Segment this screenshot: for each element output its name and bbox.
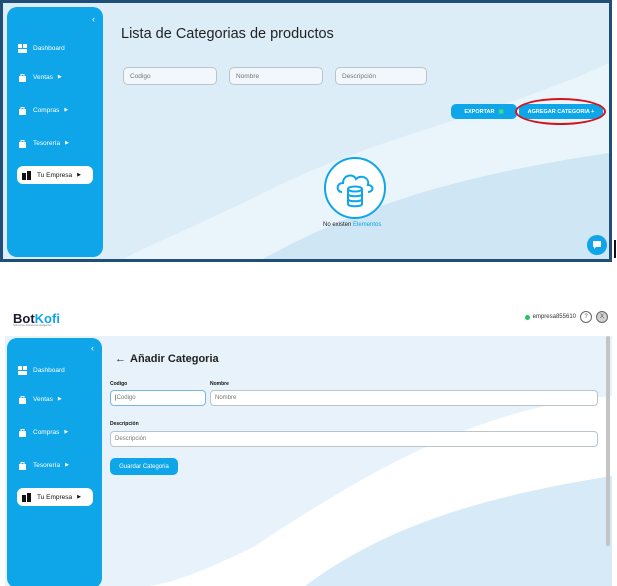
user-area: empresa855610 ? X: [524, 311, 608, 323]
sidebar-item-tu-empresa[interactable]: Tu Empresa ▶: [17, 166, 93, 184]
nombre-input[interactable]: Nombre: [210, 390, 598, 406]
chat-bubble-icon: [593, 241, 601, 249]
sidebar-item-compras[interactable]: Compras ▶: [17, 424, 95, 440]
sidebar-item-label: Tesorería: [33, 139, 61, 147]
online-status-icon: [524, 314, 530, 320]
building-icon: [21, 492, 31, 502]
help-icon[interactable]: ?: [580, 311, 592, 323]
nombre-filter-input[interactable]: [229, 67, 323, 85]
shopping-bag-icon: [17, 138, 27, 148]
sidebar: ‹ Dashboard Ventas ▶ Compras ▶ Tesorería…: [7, 7, 103, 257]
sidebar-item-label: Dashboard: [33, 44, 65, 52]
building-icon: [21, 170, 31, 180]
shopping-bag-icon: [17, 394, 27, 404]
chevron-right-icon: ▶: [64, 107, 69, 113]
descripcion-filter-input[interactable]: [335, 67, 427, 85]
chevron-right-icon: ▶: [65, 462, 69, 468]
codigo-placeholder: Codigo: [116, 395, 136, 401]
collapse-sidebar-button[interactable]: ‹: [92, 14, 95, 24]
shopping-bag-icon: [17, 427, 27, 437]
nombre-placeholder: Nombre: [215, 395, 237, 401]
sidebar-item-dashboard[interactable]: Dashboard: [17, 40, 95, 56]
chevron-right-icon: ▶: [77, 172, 82, 178]
scrollbar[interactable]: [606, 336, 610, 546]
descripcion-input[interactable]: Descripción: [110, 431, 598, 447]
chevron-right-icon: ▶: [65, 140, 69, 146]
descripcion-label: Descripción: [110, 421, 139, 427]
sidebar-item-label: Ventas: [33, 395, 53, 403]
chevron-right-icon: ▶: [57, 74, 62, 80]
chat-button[interactable]: [587, 235, 607, 255]
empty-state-text: No existen Elementos: [323, 222, 381, 228]
sidebar-item-ventas[interactable]: Ventas ▶: [17, 391, 95, 407]
chevron-right-icon: ▶: [77, 494, 82, 500]
sidebar-item-tu-empresa[interactable]: Tu Empresa ▶: [17, 488, 93, 506]
save-category-button[interactable]: Guardar Categoria: [110, 458, 178, 475]
shopping-bag-icon: [17, 72, 27, 82]
sidebar-item-ventas[interactable]: Ventas ▶: [17, 69, 95, 85]
descripcion-placeholder: Descripción: [115, 436, 147, 442]
highlight-ring: [515, 98, 606, 125]
nombre-label: Nombre: [210, 381, 229, 387]
sidebar-item-tesoreria[interactable]: Tesorería ▶: [17, 457, 95, 473]
spreadsheet-icon: ▣: [498, 108, 504, 115]
collapse-sidebar-button[interactable]: ‹: [91, 343, 94, 353]
export-label: EXPORTAR: [464, 108, 495, 115]
back-arrow-icon[interactable]: ←: [115, 353, 126, 365]
codigo-input[interactable]: | Codigo: [110, 390, 206, 406]
sidebar: ‹ Dashboard Ventas ▶ Compras ▶ Tesorería…: [7, 338, 102, 586]
codigo-filter-input[interactable]: [123, 67, 217, 85]
dashboard-icon: [17, 365, 27, 375]
dashboard-icon: [17, 43, 27, 53]
page-title: ← Añadir Categoria: [115, 353, 219, 365]
add-category-screen: BotKofi Soluciones financieras inteligen…: [5, 306, 612, 586]
text-cursor: [614, 240, 616, 258]
sidebar-item-label: Tu Empresa: [37, 493, 73, 501]
sidebar-item-label: Compras: [33, 428, 60, 436]
sidebar-item-label: Tesorería: [33, 461, 61, 469]
shopping-bag-icon: [17, 460, 27, 470]
sidebar-item-tesoreria[interactable]: Tesorería ▶: [17, 135, 95, 151]
chevron-right-icon: ▶: [57, 396, 62, 402]
category-list-screen: ‹ Dashboard Ventas ▶ Compras ▶ Tesorería…: [0, 0, 612, 262]
account-name: empresa855610: [532, 314, 576, 320]
sidebar-item-label: Tu Empresa: [37, 171, 73, 179]
sidebar-item-compras[interactable]: Compras ▶: [17, 102, 95, 118]
avatar[interactable]: X: [596, 311, 608, 323]
sidebar-item-label: Dashboard: [33, 366, 65, 374]
save-category-label: Guardar Categoria: [119, 463, 169, 470]
cloud-database-icon: [324, 157, 386, 219]
codigo-label: Codigo: [110, 381, 128, 387]
sidebar-item-dashboard[interactable]: Dashboard: [17, 362, 95, 378]
chevron-right-icon: ▶: [64, 429, 69, 435]
sidebar-item-label: Ventas: [33, 73, 53, 81]
brand-tagline: Soluciones financieras inteligentes: [13, 324, 52, 327]
sidebar-item-label: Compras: [33, 106, 60, 114]
empty-state-highlight: Elementos: [353, 222, 382, 228]
page-title: Lista de Categorias de productos: [121, 26, 334, 42]
export-button[interactable]: EXPORTAR ▣: [451, 104, 517, 119]
page-title-text: Añadir Categoria: [130, 353, 219, 365]
empty-state-label: No existen: [323, 222, 352, 228]
shopping-bag-icon: [17, 105, 27, 115]
